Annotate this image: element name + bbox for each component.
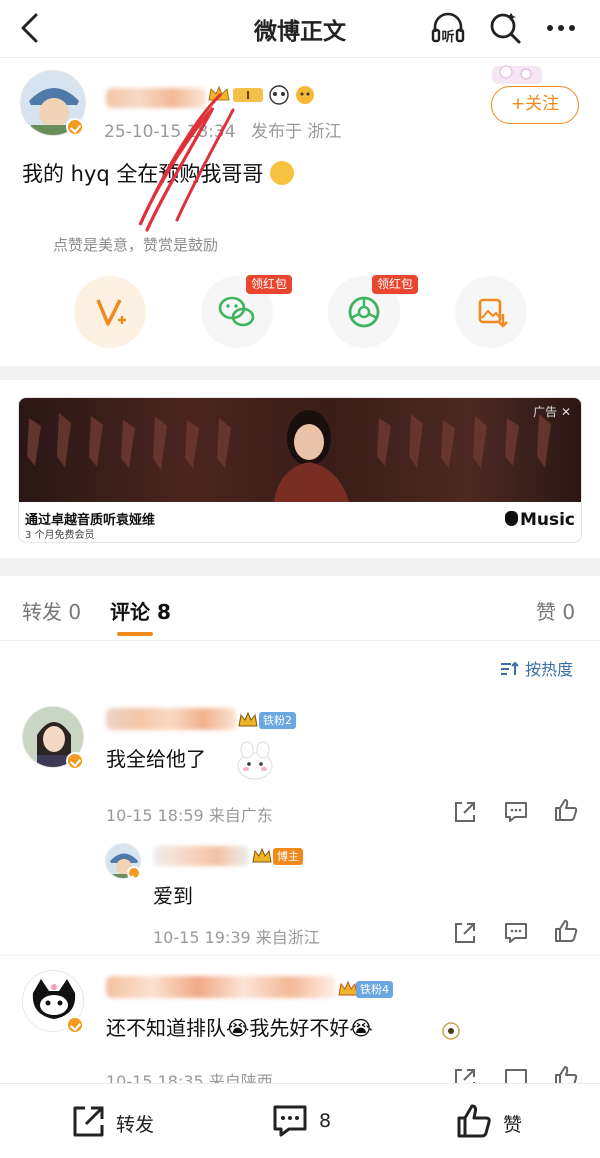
share-icon[interactable] [452,799,478,825]
v-plus-icon [96,299,126,326]
comment-button[interactable]: 8 [271,1102,341,1142]
ad-brand: Music [504,510,575,530]
bottom-action-bar: 转发 8 赞 [0,1083,600,1158]
section-divider [0,366,600,380]
emoji-badges-icon [269,85,314,105]
post-text: 我的 hyq 全在预购我哥哥 [22,158,295,188]
verified-badge-icon [66,118,84,136]
follow-button[interactable]: +关注 [491,86,579,124]
ad-label: 广告 ✕ [533,405,571,419]
like-thumb-icon[interactable] [553,918,579,944]
fan-level-badge: 铁粉4 [356,981,393,998]
reply-meta: 10-15 19:39 来自浙江 [153,928,320,947]
save-image-button[interactable] [455,276,527,348]
red-packet-tag: 领红包 [372,275,419,294]
crown-icon [252,847,272,863]
apple-logo-icon [504,511,518,526]
share-icon[interactable] [452,920,478,946]
decorative-sticker [486,58,548,86]
ad-image [19,398,581,502]
repost-button[interactable]: 转发 [70,1102,170,1142]
reward-v-button[interactable] [74,276,146,348]
active-tab-indicator [117,632,153,636]
commenter-name-blurred[interactable] [106,708,236,730]
ad-subtitle: 3 个月免费会员 [25,530,95,541]
sort-icon [501,661,519,675]
commenter-name-blurred[interactable] [106,976,336,998]
divider [0,955,600,956]
listen-label: 听 [441,29,454,45]
red-packet-tag: 领红包 [246,275,293,294]
search-icon[interactable] [488,10,524,46]
sparkle-sticker-icon [442,1022,460,1040]
reply-comment-icon[interactable] [503,920,529,946]
tab-reposts[interactable]: 转发 0 [22,596,81,625]
member-level-label: I [246,89,250,102]
repost-icon [73,1106,104,1137]
comment-text: 还不知道排队😭我先好不好😭 [106,1016,373,1040]
divider [0,640,600,641]
blushing-emoji-icon [270,161,295,185]
like-thumb-icon [457,1104,491,1138]
ad-banner[interactable]: 广告 ✕ 通过卓越音质听袁娅维 3 个月免费会员 Music [18,397,582,543]
reply-text: 爱到 [153,884,193,908]
author-name-blurred[interactable] [106,88,206,108]
more-options-icon[interactable] [543,10,579,46]
fan-level-badge: 铁粉2 [259,712,296,729]
verified-badge-icon [66,1016,84,1034]
reward-hint: 点赞是美意，赞赏是鼓励 [53,236,219,254]
save-image-icon [478,298,508,328]
post-meta: 25-10-15 18:34 发布于 浙江 [104,117,341,142]
tab-likes[interactable]: 赞 0 [536,596,575,625]
fan-crown-icon [338,980,358,996]
tab-comments[interactable]: 评论 8 [110,596,171,625]
like-button[interactable]: 赞 [455,1102,535,1142]
top-navigation-bar: 微博正文 听 [0,0,600,58]
listen-headphones-icon[interactable]: 听 [430,10,466,46]
verified-badge-icon [66,752,84,770]
comment-text: 我全给他了 [106,747,206,771]
post-author-avatar[interactable] [20,70,86,136]
section-divider [0,558,600,576]
author-badge: 博主 [273,848,303,865]
post-location: 发布于 浙江 [250,122,342,142]
post-time: 25-10-15 18:34 [104,122,236,142]
sort-by-heat-button[interactable]: 按热度 [500,656,573,680]
verified-badge-icon [127,866,141,880]
like-thumb-icon[interactable] [553,797,579,823]
reply-author-name-blurred[interactable] [153,846,249,866]
comment-meta: 10-15 18:59 来自广东 [106,806,273,825]
reply-comment-icon[interactable] [503,799,529,825]
member-crown-badge-icon: I [208,85,263,102]
crown-icon [238,711,258,727]
comment-bubble-icon [273,1105,307,1137]
sticker-image [233,738,277,782]
